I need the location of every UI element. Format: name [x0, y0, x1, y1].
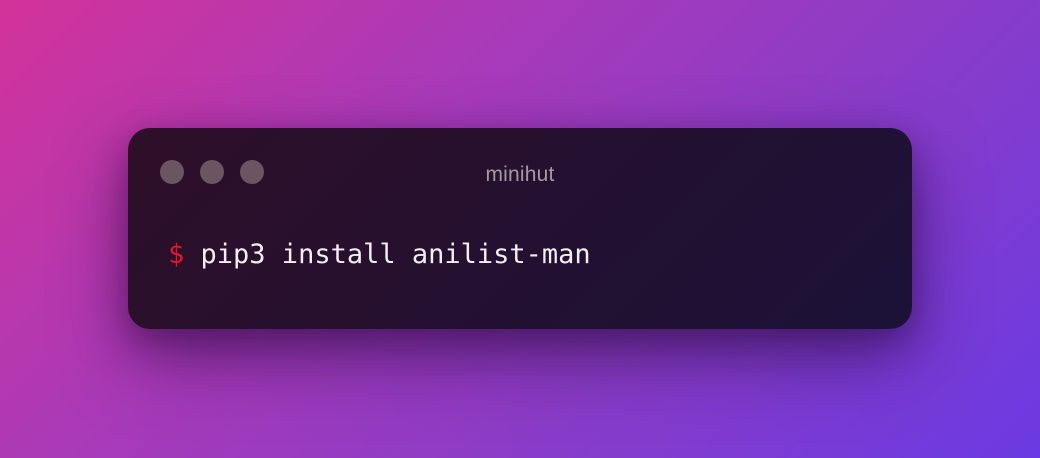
prompt-symbol: $	[168, 239, 185, 270]
window-title: minihut	[485, 163, 555, 186]
command-text: pip3 install anilist-man	[200, 239, 591, 270]
command-line: $ pip3 install anilist-man	[168, 241, 591, 268]
terminal-window: minihut $ pip3 install anilist-man	[128, 128, 912, 329]
